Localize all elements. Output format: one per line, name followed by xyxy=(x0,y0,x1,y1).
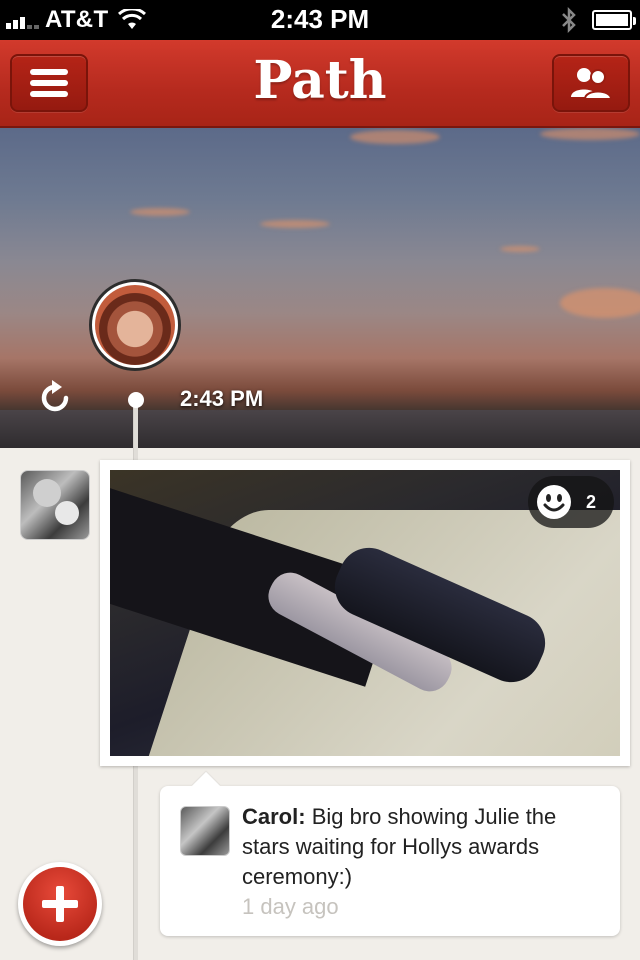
status-time: 2:43 PM xyxy=(270,4,370,34)
comment-card[interactable]: Carol: Big bro showing Julie the stars w… xyxy=(160,786,620,936)
status-right xyxy=(560,7,636,33)
post-author-avatar[interactable] xyxy=(20,470,90,540)
refresh-icon[interactable] xyxy=(38,378,74,416)
likes-count: 2 xyxy=(586,491,597,512)
post-photo[interactable]: 2 xyxy=(110,470,620,756)
friends-icon xyxy=(571,68,613,100)
cover-time: 2:43 PM xyxy=(180,386,264,411)
likes-badge[interactable]: 2 xyxy=(528,476,614,528)
sea xyxy=(0,410,640,448)
app-title: Path xyxy=(253,50,387,111)
cover-photo[interactable] xyxy=(0,128,640,448)
add-moment-button[interactable] xyxy=(18,862,102,946)
nav-bar: Path xyxy=(0,40,640,128)
friends-button[interactable] xyxy=(552,54,630,112)
comment-author: Carol: xyxy=(242,804,306,829)
comment-text: Carol: Big bro showing Julie the stars w… xyxy=(242,802,602,892)
photo-card[interactable]: 2 xyxy=(100,460,630,766)
bluetooth-icon xyxy=(562,7,576,33)
status-bar: AT&T 2:43 PM xyxy=(0,0,640,40)
comment-time: 1 day ago xyxy=(242,894,339,919)
profile-avatar[interactable] xyxy=(89,279,181,371)
battery-icon xyxy=(592,10,636,30)
smile-icon xyxy=(537,485,571,519)
comment-author-avatar[interactable] xyxy=(180,806,230,856)
plus-icon xyxy=(42,886,78,922)
timeline-dot xyxy=(128,392,144,408)
